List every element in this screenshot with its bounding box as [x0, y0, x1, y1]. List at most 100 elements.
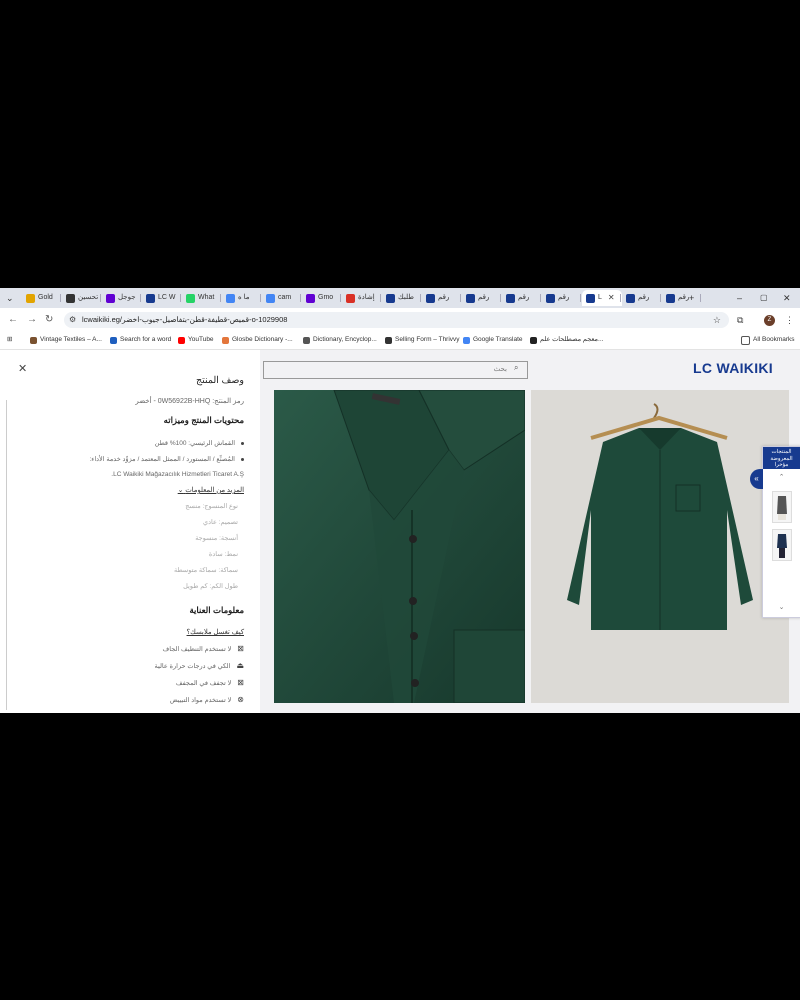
tab-label: Gold — [38, 294, 53, 301]
site-info-icon[interactable]: ⚙ — [69, 315, 76, 324]
tab-separator — [300, 294, 301, 302]
bookmark-item[interactable]: Glosbe Dictionary -... — [222, 332, 293, 348]
tab-label: رقم — [438, 294, 450, 301]
extensions-icon[interactable]: ⧉ — [737, 312, 743, 328]
browser-tab[interactable]: L ✕ — [582, 290, 622, 306]
browser-tab[interactable]: رقم — [662, 290, 702, 306]
search-icon[interactable]: ⌕ — [514, 363, 518, 373]
bookmark-item[interactable]: Search for a word — [110, 332, 171, 348]
expand-widget-button[interactable]: « — [750, 469, 763, 489]
all-bookmarks-button[interactable]: All Bookmarks — [741, 332, 795, 348]
lcw-icon — [426, 293, 435, 303]
menu-dots-icon[interactable]: ⋮ — [785, 312, 794, 328]
lcw-icon — [146, 293, 155, 303]
list-item: المُصنِّع / المستورد / الممثل المعتمد / … — [89, 455, 244, 463]
search-input[interactable]: بحث ⌕ — [263, 361, 528, 379]
address-bar[interactable]: ⚙ lcwaikiki.eg/قميص-قطيفة-قطن-بتفاصيل-جي… — [64, 312, 729, 328]
lcw-logo[interactable]: LC WAIKIKI — [693, 360, 773, 376]
more-info-link[interactable]: المزيد من المعلومات ⌄ — [178, 486, 244, 494]
how-to-wash-link[interactable]: كيف تغسل ملابسك؟ — [187, 628, 244, 636]
window-close-button[interactable]: ✕ — [783, 290, 791, 306]
bookmark-item[interactable]: Selling Form – Thrivvy — [385, 332, 460, 348]
bookmark-label: Google Translate — [473, 336, 523, 343]
browser-tab[interactable]: رقم — [542, 290, 582, 306]
apps-grid-icon[interactable]: ⊞ — [7, 332, 12, 348]
browser-tab[interactable]: LC W — [142, 290, 182, 306]
browser-tab[interactable]: ما ه — [222, 290, 262, 306]
browser-tab[interactable]: إشادة — [342, 290, 382, 306]
bookmark-star-icon[interactable]: ☆ — [713, 312, 721, 328]
web-page: ✕ وصف المنتج رمز المنتج: 0W56922B-HHQ - … — [0, 350, 800, 713]
product-image-closeup[interactable] — [274, 390, 525, 703]
tab-label: Gmo — [318, 294, 334, 301]
product-image-hanger[interactable] — [531, 390, 789, 703]
bookmark-item[interactable]: Dictionary, Encyclop... — [303, 332, 377, 348]
chevron-down-icon: ⌄ — [177, 487, 184, 494]
bookmark-item[interactable]: Google Translate — [463, 332, 523, 348]
tab-label: What — [198, 294, 215, 301]
tab-close-icon[interactable]: ✕ — [608, 290, 615, 306]
close-panel-button[interactable]: ✕ — [18, 362, 27, 375]
detail-item: نمط: سادة — [208, 551, 238, 558]
browser-window: ⌄ Gold تحسين جوجل LC W What ما ه cam Gmo إشادة طل… — [0, 288, 800, 713]
browser-tab[interactable]: رقم — [422, 290, 462, 306]
reload-icon[interactable]: ↻ — [45, 312, 53, 328]
search-placeholder: بحث — [493, 366, 507, 373]
forward-arrow-icon[interactable]: → — [27, 312, 37, 328]
tab-separator — [60, 294, 61, 302]
chevron-down-icon[interactable]: ⌄ — [763, 603, 800, 611]
browser-tab[interactable]: جوجل — [102, 290, 142, 306]
minimize-button[interactable]: – — [737, 290, 742, 306]
detail-item: سماكة: سماكة متوسطة — [173, 567, 238, 574]
iron-icon: ⏏ — [236, 661, 244, 670]
tab-label: تحسين — [78, 294, 99, 301]
no-dry-clean-icon: ⊠ — [237, 644, 244, 653]
browser-tab[interactable]: رقم — [622, 290, 662, 306]
lcw-icon — [626, 293, 635, 303]
care-item: ⊠ لا تستخدم التنظيف الجاف — [162, 644, 244, 653]
browser-tab[interactable]: What — [182, 290, 222, 306]
tab-separator — [260, 294, 261, 302]
bookmark-label: Selling Form – Thrivvy — [395, 336, 460, 343]
browser-tab[interactable]: طلبك — [382, 290, 422, 306]
new-tab-button[interactable]: + — [689, 290, 694, 306]
browser-tab[interactable]: تحسين — [62, 290, 102, 306]
detail-item: أنسجة: منسوجة — [195, 535, 238, 542]
panel-scrollbar[interactable] — [6, 400, 7, 710]
bookmark-label: YouTube — [188, 336, 214, 343]
google-icon — [226, 293, 235, 303]
product-description-panel: ✕ وصف المنتج رمز المنتج: 0W56922B-HHQ - … — [0, 350, 260, 713]
maximize-button[interactable]: ▢ — [760, 290, 768, 306]
recently-viewed-header: المنتجات المعروضة مؤخرا — [763, 447, 800, 469]
google-icon — [266, 293, 275, 303]
recent-thumbnail[interactable] — [772, 529, 792, 561]
avatar[interactable]: Z — [764, 315, 775, 326]
recently-viewed-widget[interactable]: المنتجات المعروضة مؤخرا ⌃ ⌄ — [762, 446, 800, 618]
detail-item: طول الكم: كم طويل — [183, 583, 238, 590]
url-text[interactable]: lcwaikiki.eg/قميص-قطيفة-قطن-بتفاصيل-جيوب… — [82, 312, 287, 328]
browser-tab[interactable]: رقم — [502, 290, 542, 306]
chevron-up-icon[interactable]: ⌃ — [763, 473, 800, 481]
browser-tab[interactable]: Gmo — [302, 290, 342, 306]
tab-label: رقم — [518, 294, 530, 301]
tab-label: طلبك — [398, 294, 414, 301]
lcw-icon — [466, 293, 475, 303]
lcw-icon — [586, 293, 595, 303]
bookmark-label: Vintage Textiles – A... — [40, 336, 102, 343]
bookmark-item[interactable]: Vintage Textiles – A... — [30, 332, 102, 348]
bookmark-item[interactable]: YouTube — [178, 332, 214, 348]
browser-tab[interactable]: رقم — [462, 290, 502, 306]
circle-icon — [66, 293, 75, 303]
bookmark-item[interactable]: معجم مصطلحات علم... — [530, 332, 603, 348]
bookmark-label: معجم مصطلحات علم... — [540, 336, 604, 343]
browser-tab[interactable]: cam — [262, 290, 302, 306]
tab-separator — [540, 294, 541, 302]
browser-tab[interactable]: Gold — [22, 290, 62, 306]
tab-label: رقم — [558, 294, 570, 301]
back-arrow-icon[interactable]: ← — [8, 312, 18, 328]
bookmark-favicon-icon — [178, 336, 185, 344]
tab-search-icon[interactable]: ⌄ — [6, 290, 14, 306]
tab-separator — [660, 294, 661, 302]
bookmark-label: Search for a word — [120, 336, 172, 343]
recent-thumbnail[interactable] — [772, 491, 792, 523]
